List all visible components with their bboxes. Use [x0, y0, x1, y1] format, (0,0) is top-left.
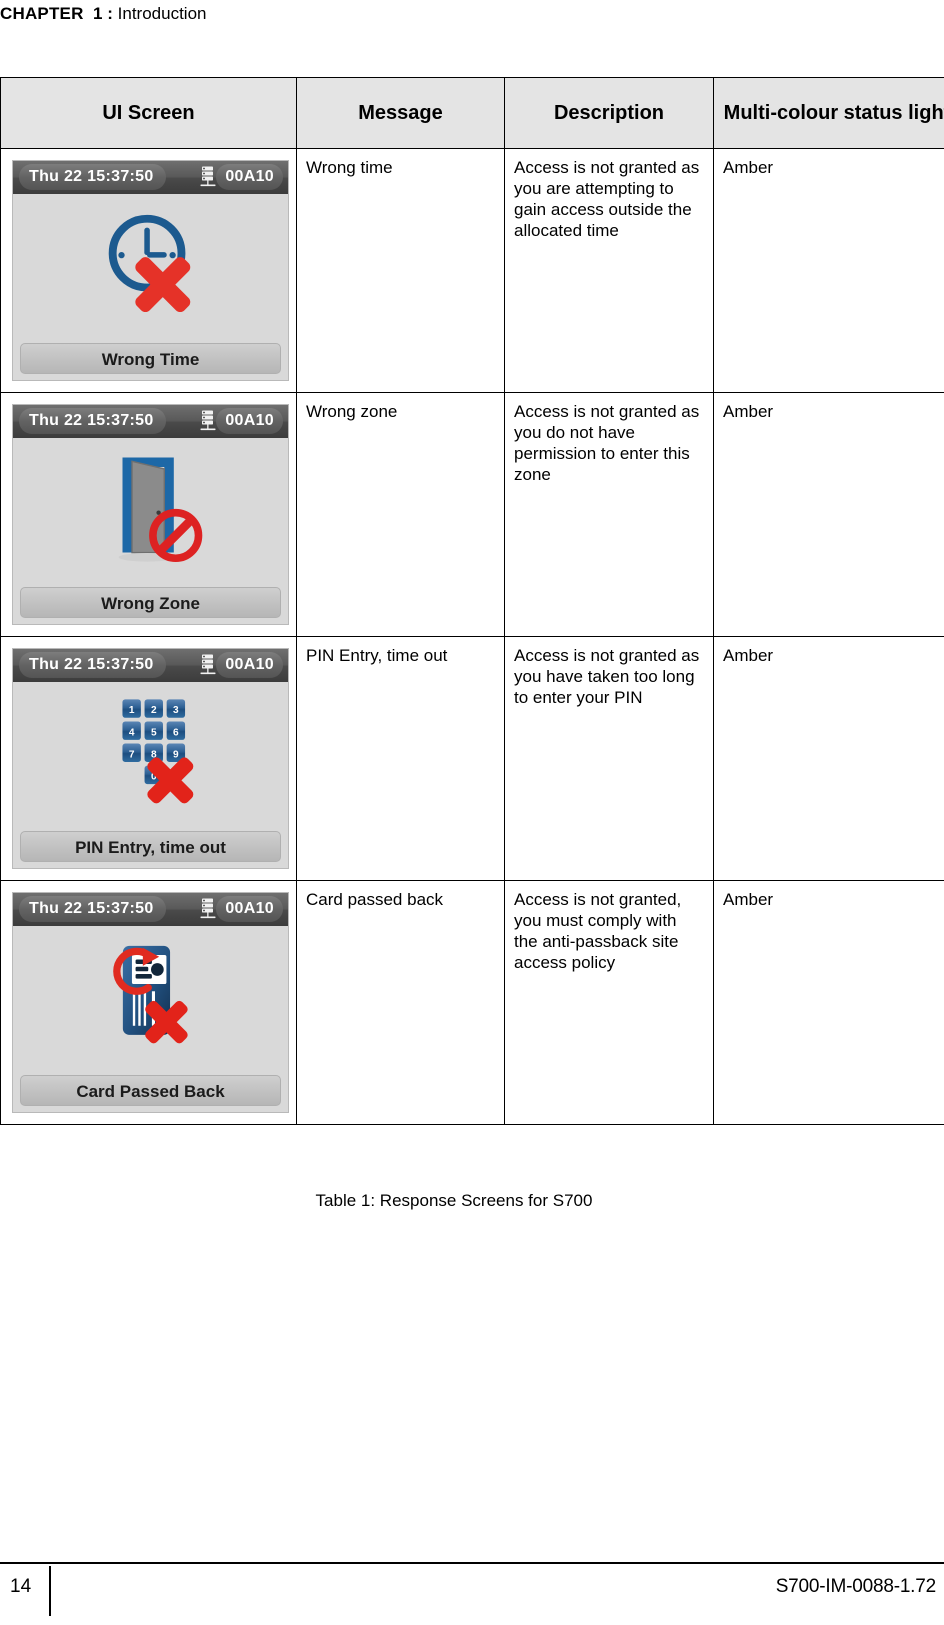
- chapter-title: Introduction: [117, 4, 207, 23]
- description-cell: Access is not granted as you have taken …: [504, 636, 714, 881]
- keypad-with-red-cross-icon: 1 2 3 4 5 6 7 8 9 0: [13, 682, 288, 817]
- device-screen-mock: Thu 22 15:37:50: [12, 648, 289, 869]
- svg-text:3: 3: [173, 705, 179, 716]
- description-cell: Access is not granted as you are attempt…: [504, 148, 714, 393]
- device-clock-label: Thu 22 15:37:50: [19, 164, 166, 190]
- device-body: Card Passed Back: [13, 926, 288, 1112]
- description-cell: Access is not granted as you do not have…: [504, 392, 714, 637]
- device-screen-mock: Thu 22 15:37:50: [12, 404, 289, 625]
- network-server-icon: [199, 898, 217, 921]
- ui-screen-cell: Thu 22 15:37:50: [0, 636, 297, 881]
- chapter-word: CHAPTER: [0, 4, 84, 23]
- device-clock-label: Thu 22 15:37:50: [19, 652, 166, 678]
- column-header-ui-screen: UI Screen: [0, 77, 297, 149]
- svg-text:6: 6: [173, 727, 179, 738]
- page-footer: 14 S700-IM-0088-1.72: [0, 1566, 944, 1616]
- table-row: Thu 22 15:37:50: [0, 636, 944, 881]
- ui-screen-cell: Thu 22 15:37:50: [0, 880, 297, 1125]
- footer-divider: [49, 1566, 51, 1616]
- svg-text:1: 1: [128, 705, 134, 716]
- table-body: Thu 22 15:37:50 00A10 Wrong Time Wrong t…: [0, 148, 944, 1125]
- table-row: Thu 22 15:37:50: [0, 392, 944, 637]
- device-body: Wrong Zone: [13, 438, 288, 624]
- ui-screen-cell: Thu 22 15:37:50: [0, 148, 297, 393]
- table-header-row: UI Screen Message Description Multi-colo…: [0, 77, 944, 149]
- device-status-bar: Thu 22 15:37:50 00A10: [13, 893, 288, 926]
- device-id-label: 00A10: [216, 164, 283, 190]
- description-cell: Access is not granted, you must comply w…: [504, 880, 714, 1125]
- device-screen-mock: Thu 22 15:37:50: [12, 892, 289, 1113]
- id-card-passback-with-red-cross-icon: [13, 926, 288, 1061]
- device-caption-label: Card Passed Back: [20, 1075, 281, 1106]
- svg-text:4: 4: [128, 727, 134, 738]
- svg-text:9: 9: [173, 749, 179, 760]
- device-caption-label: Wrong Zone: [20, 587, 281, 618]
- column-header-description: Description: [504, 77, 714, 149]
- network-server-icon: [199, 166, 217, 189]
- network-server-icon: [199, 654, 217, 677]
- message-cell: PIN Entry, time out: [296, 636, 505, 881]
- chapter-number: 1: [93, 4, 103, 23]
- svg-text:7: 7: [128, 749, 134, 760]
- table-row: Thu 22 15:37:50: [0, 148, 944, 393]
- device-clock-label: Thu 22 15:37:50: [19, 896, 166, 922]
- device-screen-mock: Thu 22 15:37:50: [12, 160, 289, 381]
- device-status-bar: Thu 22 15:37:50 00A10: [13, 649, 288, 682]
- device-caption-label: Wrong Time: [20, 343, 281, 374]
- ui-screen-cell: Thu 22 15:37:50: [0, 392, 297, 637]
- table-row: Thu 22 15:37:50: [0, 880, 944, 1125]
- table-caption: Table 1: Response Screens for S700: [315, 1191, 593, 1210]
- response-screens-table: UI Screen Message Description Multi-colo…: [0, 77, 944, 1125]
- document-code: S700-IM-0088-1.72: [775, 1576, 937, 1597]
- device-caption-label: PIN Entry, time out: [20, 831, 281, 862]
- running-header: CHAPTER 1 : Introduction: [0, 0, 944, 30]
- status-light-cell: Amber: [713, 636, 944, 881]
- footer-rule: [0, 1562, 944, 1564]
- message-cell: Wrong zone: [296, 392, 505, 637]
- device-body: Wrong Time: [13, 194, 288, 380]
- status-light-cell: Amber: [713, 148, 944, 393]
- status-light-cell: Amber: [713, 880, 944, 1125]
- status-light-cell: Amber: [713, 392, 944, 637]
- column-header-message: Message: [296, 77, 505, 149]
- column-header-status-light: Multi-colour status light: [713, 77, 944, 149]
- table-head: UI Screen Message Description Multi-colo…: [0, 77, 944, 149]
- open-door-with-no-entry-icon: [13, 438, 288, 573]
- response-screens-table-wrap: UI Screen Message Description Multi-colo…: [0, 77, 944, 1210]
- page-number: 14: [10, 1576, 32, 1597]
- svg-text:5: 5: [150, 727, 156, 738]
- clock-with-red-cross-icon: [13, 194, 288, 329]
- device-body: 1 2 3 4 5 6 7 8 9 0 PIN Entry, time out: [13, 682, 288, 868]
- svg-text:2: 2: [150, 705, 156, 716]
- network-server-icon: [199, 410, 217, 433]
- device-id-label: 00A10: [216, 896, 283, 922]
- device-status-bar: Thu 22 15:37:50 00A10: [13, 161, 288, 194]
- device-status-bar: Thu 22 15:37:50 00A10: [13, 405, 288, 438]
- message-cell: Wrong time: [296, 148, 505, 393]
- device-id-label: 00A10: [216, 408, 283, 434]
- device-clock-label: Thu 22 15:37:50: [19, 408, 166, 434]
- device-id-label: 00A10: [216, 652, 283, 678]
- message-cell: Card passed back: [296, 880, 505, 1125]
